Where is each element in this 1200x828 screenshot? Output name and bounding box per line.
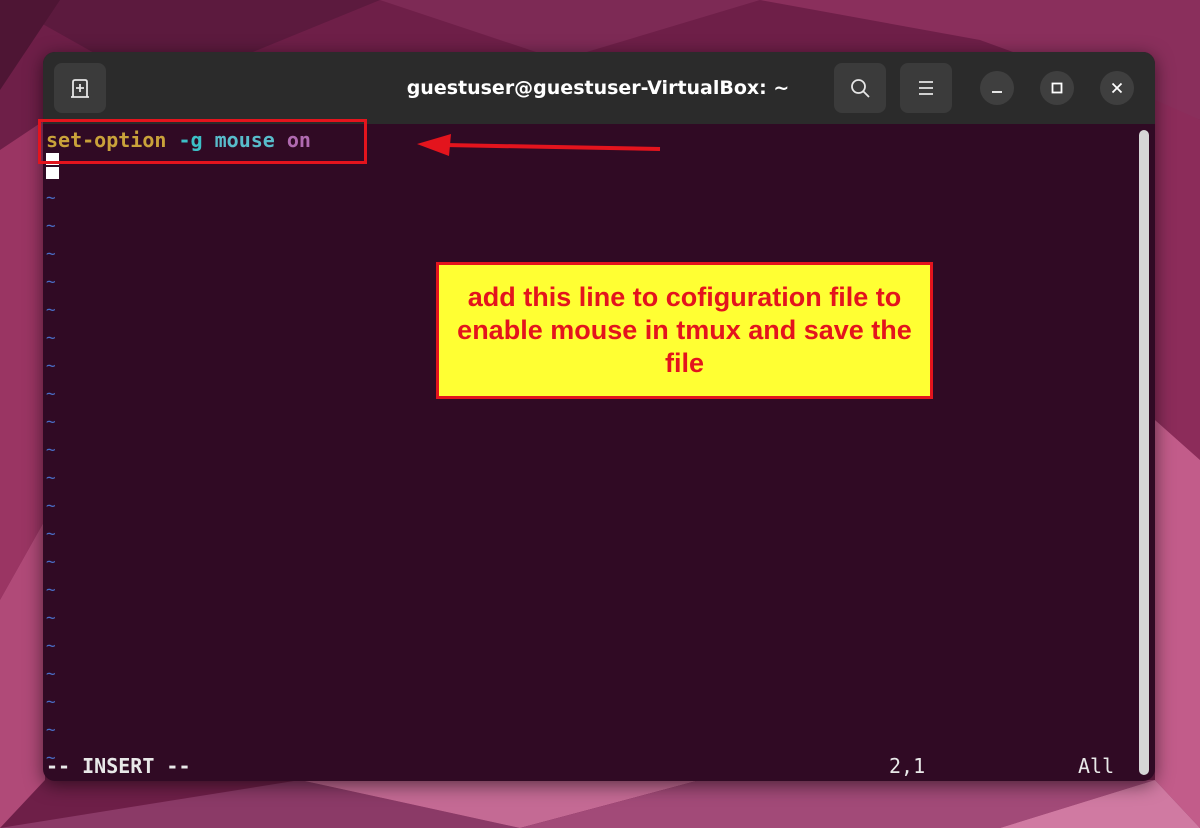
tilde-marker: ~ [46, 244, 56, 263]
tilde-marker: ~ [46, 272, 56, 291]
tilde-marker: ~ [46, 356, 56, 375]
instruction-callout: add this line to cofiguration file to en… [436, 262, 933, 399]
tilde-marker: ~ [46, 300, 56, 319]
new-tab-button[interactable] [54, 63, 106, 113]
tilde-marker: ~ [46, 468, 56, 487]
menu-button[interactable] [900, 63, 952, 113]
tilde-marker: ~ [46, 524, 56, 543]
tilde-marker: ~ [46, 216, 56, 235]
tilde-marker: ~ [46, 692, 56, 711]
maximize-button[interactable] [1040, 71, 1074, 105]
tilde-marker: ~ [46, 384, 56, 403]
tilde-marker: ~ [46, 188, 56, 207]
tilde-marker: ~ [46, 412, 56, 431]
tilde-marker: ~ [46, 636, 56, 655]
minimize-icon [992, 91, 1002, 93]
tilde-marker: ~ [46, 580, 56, 599]
tilde-marker: ~ [46, 608, 56, 627]
tilde-marker: ~ [46, 328, 56, 347]
close-button[interactable] [1100, 71, 1134, 105]
search-icon [851, 79, 870, 98]
window-title: guestuser@guestuser-VirtualBox: ~ [406, 77, 790, 99]
close-icon [1111, 82, 1123, 94]
hamburger-menu-icon [919, 81, 933, 95]
new-tab-icon [71, 79, 89, 98]
title-bar[interactable]: guestuser@guestuser-VirtualBox: ~ [43, 52, 1155, 124]
cursor-position: 2,1 [889, 754, 926, 778]
callout-text: add this line to cofiguration file to en… [457, 282, 912, 378]
tilde-marker: ~ [46, 720, 56, 739]
tilde-marker: ~ [46, 496, 56, 515]
tilde-marker: ~ [46, 664, 56, 683]
tilde-marker: ~ [46, 440, 56, 459]
highlight-box [38, 119, 367, 164]
search-button[interactable] [834, 63, 886, 113]
vim-mode-indicator: -- INSERT -- [46, 754, 191, 778]
scrollbar[interactable] [1139, 130, 1149, 775]
scroll-position: All [1078, 754, 1115, 778]
text-cursor [46, 167, 59, 179]
tilde-marker: ~ [46, 552, 56, 571]
vim-editor-area[interactable]: set-option -g mouse on ~ ~ ~ ~ ~ ~ ~ ~ ~… [43, 124, 1155, 781]
minimize-button[interactable] [980, 71, 1014, 105]
maximize-icon [1051, 82, 1063, 94]
arrow-left-icon [417, 134, 661, 156]
